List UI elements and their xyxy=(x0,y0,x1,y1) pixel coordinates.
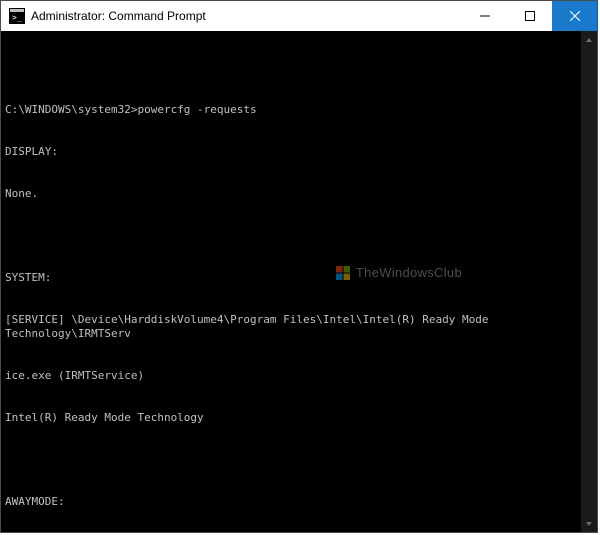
output-line: Intel(R) Ready Mode Technology xyxy=(5,411,593,425)
cmd-icon: >_ xyxy=(9,8,25,24)
output-line xyxy=(5,453,593,467)
output-line: None. xyxy=(5,187,593,201)
minimize-button[interactable] xyxy=(462,1,507,31)
watermark-text: TheWindowsClub xyxy=(356,266,462,280)
output-line: ice.exe (IRMTService) xyxy=(5,369,593,383)
output-line: DISPLAY: xyxy=(5,145,593,159)
scroll-down-icon[interactable] xyxy=(581,515,597,532)
command-prompt-window: >_ Administrator: Command Prompt C:\WIND… xyxy=(0,0,598,533)
scroll-track[interactable] xyxy=(581,48,597,515)
output-line xyxy=(5,229,593,243)
output-line xyxy=(5,61,593,75)
output-line: SYSTEM: xyxy=(5,271,593,285)
scrollbar[interactable] xyxy=(581,31,597,532)
terminal-output[interactable]: C:\WINDOWS\system32>powercfg -requests D… xyxy=(1,31,597,532)
watermark: TheWindowsClub xyxy=(336,266,462,280)
maximize-button[interactable] xyxy=(507,1,552,31)
close-button[interactable] xyxy=(552,1,597,31)
window-title: Administrator: Command Prompt xyxy=(31,9,462,23)
scroll-up-icon[interactable] xyxy=(581,31,597,48)
output-line: [SERVICE] \Device\HarddiskVolume4\Progra… xyxy=(5,313,593,341)
prompt-line: C:\WINDOWS\system32>powercfg -requests xyxy=(5,103,593,117)
svg-text:>_: >_ xyxy=(12,13,22,22)
titlebar[interactable]: >_ Administrator: Command Prompt xyxy=(1,1,597,31)
output-line: AWAYMODE: xyxy=(5,495,593,509)
windows-logo-icon xyxy=(336,266,350,280)
